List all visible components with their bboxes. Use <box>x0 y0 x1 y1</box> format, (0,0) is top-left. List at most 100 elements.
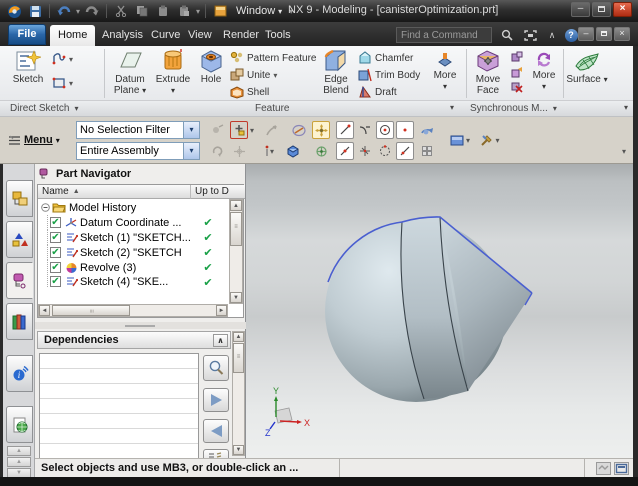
tree-row-revolve[interactable]: ✔ Revolve (3) <box>41 260 224 275</box>
hd3d-tools-tab[interactable]: i <box>6 355 33 392</box>
datum-plane-button[interactable]: Datum Plane ▾ <box>108 48 152 96</box>
scroll-thumb[interactable]: ≡ <box>52 305 130 316</box>
feature-checkbox[interactable]: ✔ <box>50 247 61 258</box>
profile-dropdown[interactable]: ▾ <box>69 55 73 64</box>
undo-dropdown[interactable]: ▾ <box>76 7 80 16</box>
dependencies-vscrollbar[interactable]: ▲ ≡ ▼ <box>232 331 245 456</box>
sketch-button[interactable]: Sketch <box>8 48 48 85</box>
measure-dropdown[interactable]: ▾ <box>270 147 274 156</box>
snap-point-icon[interactable] <box>396 121 414 139</box>
dependencies-header[interactable]: Dependencies ∧ <box>37 331 231 349</box>
tools-button[interactable]: ▾ <box>478 131 502 149</box>
general-selection-icon[interactable] <box>262 121 280 139</box>
scroll-up-button[interactable]: ▲ <box>230 200 242 211</box>
rectangle-dropdown[interactable]: ▾ <box>69 79 73 88</box>
combo-dropdown-icon[interactable]: ▾ <box>183 143 199 159</box>
minimize-document-button[interactable]: – <box>578 27 594 41</box>
selection-bar-overflow[interactable]: ▾ <box>622 147 626 156</box>
part-states-icon[interactable] <box>596 462 611 475</box>
surface-button[interactable]: Surface ▾ <box>566 48 608 85</box>
type-filter-icon[interactable] <box>230 121 248 139</box>
replace-face-icon[interactable] <box>509 65 524 79</box>
feature-checkbox[interactable]: ✔ <box>50 232 61 243</box>
window-menu-button[interactable]: Window▾ <box>236 5 282 17</box>
chamfer-button[interactable]: Chamfer <box>358 51 413 65</box>
undo-button[interactable] <box>55 3 73 19</box>
assembly-navigator-tab[interactable] <box>6 180 33 217</box>
fullscreen-icon[interactable] <box>521 27 539 43</box>
dependencies-list[interactable] <box>39 353 199 459</box>
tab-home[interactable]: Home <box>50 25 95 46</box>
dependencies-back-button[interactable] <box>203 419 229 443</box>
expand-toggle-icon[interactable] <box>41 203 50 212</box>
window-layout-icon[interactable] <box>614 462 629 475</box>
orient-view-icon[interactable] <box>230 142 248 160</box>
tab-view[interactable]: View <box>180 25 220 46</box>
draft-button[interactable]: Draft <box>358 85 397 99</box>
feature-checkbox[interactable]: ✔ <box>50 262 61 273</box>
feature-checkbox[interactable]: ✔ <box>50 217 61 228</box>
combo-dropdown-icon[interactable]: ▾ <box>183 122 199 138</box>
animation-icon[interactable] <box>418 142 436 160</box>
scroll-down-button[interactable]: ▼ <box>233 445 244 455</box>
restore-document-button[interactable] <box>596 27 612 41</box>
reuse-library-tab[interactable] <box>6 303 33 340</box>
selection-scope-combo[interactable]: Entire Assembly ▾ <box>76 142 200 160</box>
save-button[interactable] <box>26 3 44 19</box>
tree-row-sketch-1[interactable]: ✔ Sketch (1) "SKETCH... <box>41 230 224 245</box>
tab-file[interactable]: File <box>8 24 46 45</box>
edge-blend-button[interactable]: Edge Blend <box>316 48 356 96</box>
type-filter-dropdown[interactable]: ▾ <box>250 126 254 135</box>
close-window-button[interactable]: × <box>613 2 632 17</box>
snap-point-on-curve-icon[interactable] <box>396 142 414 160</box>
extrude-button[interactable]: Extrude ▾ <box>153 48 193 96</box>
feature-more-button[interactable]: More▾ <box>428 50 462 92</box>
delete-face-icon[interactable] <box>509 80 524 94</box>
move-face-button[interactable]: Move Face <box>469 48 507 96</box>
scroll-thumb[interactable]: ≡ <box>233 343 244 373</box>
snap-midpoint-icon[interactable] <box>336 142 354 160</box>
part-navigator-hscrollbar[interactable]: ◄ ≡ ► <box>38 304 228 317</box>
tree-row-model-history[interactable]: Model History <box>41 200 221 215</box>
highlight-selection-icon[interactable] <box>290 121 308 139</box>
collapse-dependencies-button[interactable]: ∧ <box>213 334 228 347</box>
trim-body-button[interactable]: Trim Body <box>358 68 420 82</box>
column-header-name[interactable]: Name ▲ <box>38 185 190 199</box>
window-display-button[interactable]: ▾ <box>448 131 472 149</box>
graphics-window[interactable]: Y X Z <box>246 164 633 458</box>
redo-button[interactable] <box>83 3 101 19</box>
scroll-up-button[interactable]: ▲ <box>233 332 244 342</box>
search-icon[interactable] <box>498 27 516 43</box>
unite-button[interactable]: Unite ▾ <box>230 68 277 82</box>
tab-tools[interactable]: Tools <box>257 25 299 46</box>
unite-dropdown[interactable]: ▾ <box>273 71 277 80</box>
menu-button[interactable]: Menu▾ <box>6 131 62 149</box>
direct-sketch-group-label[interactable]: Direct Sketch▾ <box>10 103 78 114</box>
scroll-left-button[interactable]: ◄ <box>39 305 50 316</box>
selection-filter-combo[interactable]: No Selection Filter ▾ <box>76 121 200 139</box>
canister-model[interactable]: Y X Z <box>246 164 633 458</box>
resource-scroll-up-button[interactable]: ▲ <box>7 457 31 467</box>
panel-splitter[interactable] <box>35 322 246 329</box>
constraint-navigator-tab[interactable] <box>6 221 33 258</box>
show-hide-body-icon[interactable] <box>284 142 302 160</box>
snap-intersection-icon[interactable] <box>356 142 374 160</box>
feature-group-dropdown[interactable]: ▾ <box>450 103 454 112</box>
dependencies-forward-button[interactable] <box>203 388 229 412</box>
scroll-thumb[interactable]: ≡ <box>230 212 242 246</box>
adaptive-shell-icon[interactable] <box>509 50 524 64</box>
profile-curve-button[interactable]: ▾ <box>52 52 73 66</box>
rectangle-curve-button[interactable]: ▾ <box>52 76 73 90</box>
move-object-icon[interactable] <box>312 121 330 139</box>
rotate-scene-icon[interactable] <box>418 121 436 139</box>
scroll-right-button[interactable]: ► <box>216 305 227 316</box>
select-by-proximity-icon[interactable] <box>208 121 226 139</box>
surface-group-dropdown[interactable]: ▾ <box>624 103 628 112</box>
resource-scroll-top-button[interactable]: ▲ <box>7 446 31 456</box>
web-browser-tab[interactable] <box>6 406 33 443</box>
snap-arc-center-icon[interactable] <box>376 121 394 139</box>
pattern-feature-button[interactable]: Pattern Feature <box>230 51 316 65</box>
synchronous-group-label[interactable]: Synchronous M...▾ <box>470 103 557 114</box>
feature-group-label[interactable]: Feature <box>255 103 289 114</box>
tree-row-datum-csys[interactable]: ✔ Datum Coordinate ... <box>41 215 224 230</box>
